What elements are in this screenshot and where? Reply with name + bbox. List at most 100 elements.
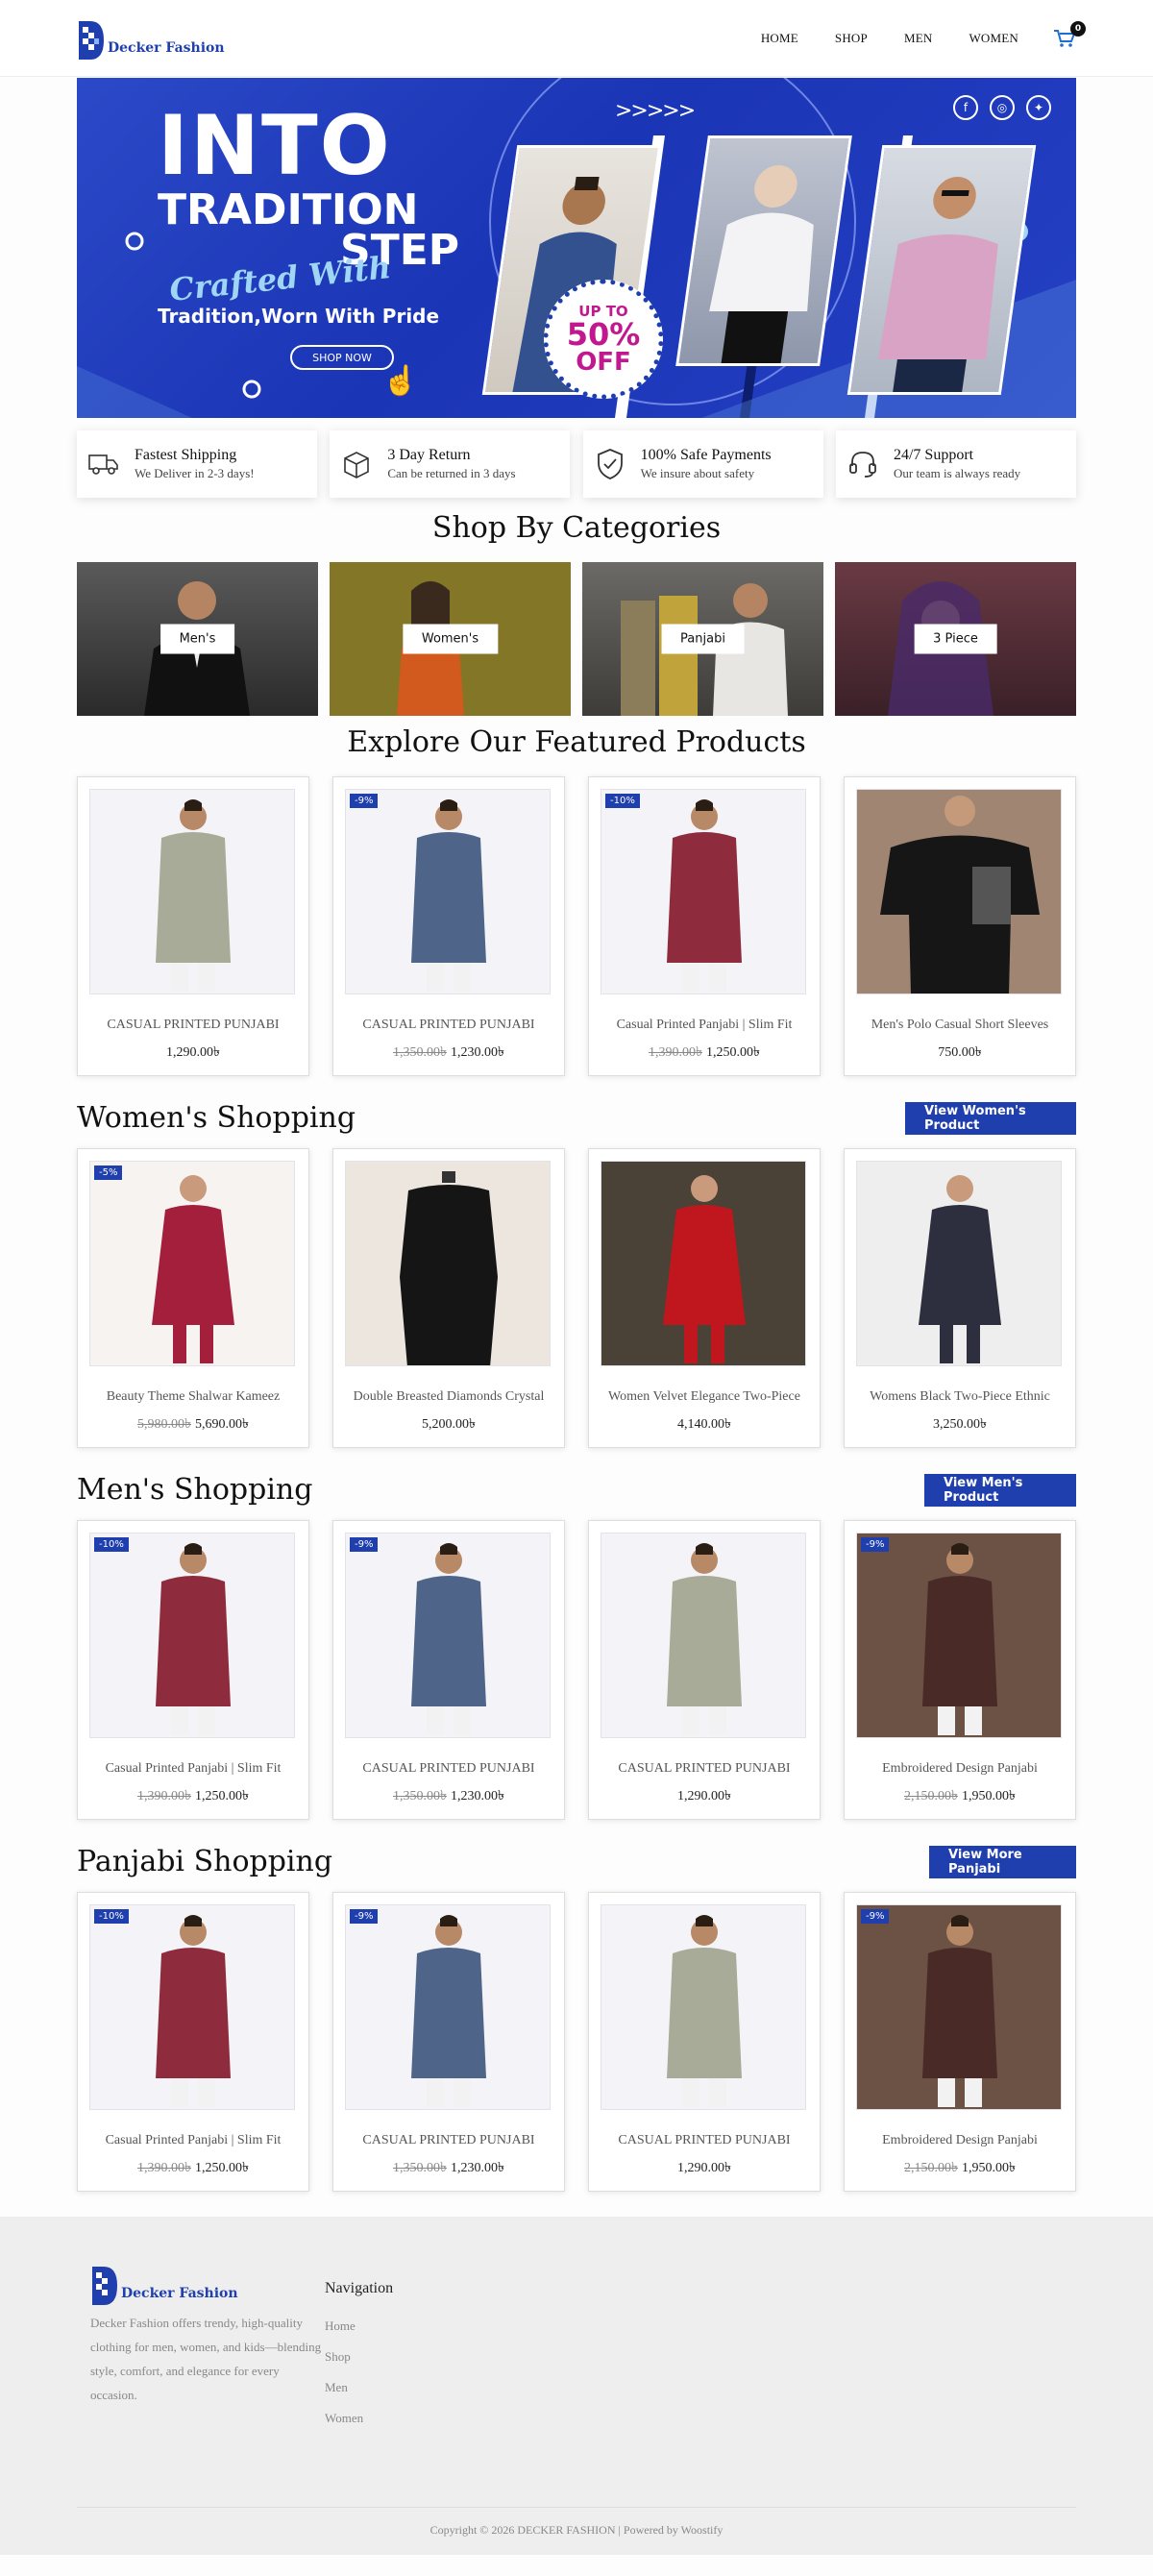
product-image[interactable]	[601, 1904, 806, 2110]
product-card[interactable]: CASUAL PRINTED PUNJABI 1,290.00৳	[588, 1892, 821, 2192]
cart-button[interactable]: 0	[1053, 21, 1086, 48]
product-card[interactable]: Womens Black Two-Piece Ethnic 3,250.00৳	[844, 1148, 1076, 1448]
product-name[interactable]: Casual Printed Panjabi | Slim Fit	[601, 1018, 808, 1033]
hero-banner[interactable]: >>>>> f ◎ ✦ INTO TRADITION STEP Crafted …	[77, 78, 1076, 418]
product-name[interactable]: CASUAL PRINTED PUNJABI	[345, 2133, 552, 2148]
product-price: 1,390.00৳ 1,250.00৳	[89, 2156, 297, 2179]
product-image[interactable]	[856, 1161, 1062, 1366]
discount-badge: -9%	[350, 1909, 379, 1924]
product-name[interactable]: Women Velvet Elegance Two-Piece	[601, 1389, 808, 1405]
product-current-price: 1,230.00৳	[451, 2161, 504, 2175]
product-old-price: 1,350.00৳	[393, 2161, 447, 2175]
product-card[interactable]: -9% CASUAL PRINTED PUNJABI 1,350.00৳ 1,230.…	[332, 776, 565, 1076]
footer-logo[interactable]: Decker Fashion	[90, 2263, 325, 2307]
product-image[interactable]	[89, 789, 295, 994]
product-name[interactable]: Casual Printed Panjabi | Slim Fit	[89, 1761, 297, 1777]
product-current-price: 3,250.00৳	[933, 1417, 987, 1432]
hero-arrows: >>>>>	[615, 99, 696, 123]
product-card[interactable]: -9% CASUAL PRINTED PUNJABI 1,350.00৳ 1,230.…	[332, 1520, 565, 1820]
product-image[interactable]: -5%	[89, 1161, 295, 1366]
product-current-price: 1,290.00৳	[677, 2161, 731, 2175]
nav-women[interactable]: WOMEN	[969, 31, 1018, 46]
nav-home[interactable]: HOME	[761, 31, 798, 46]
product-name[interactable]: Casual Printed Panjabi | Slim Fit	[89, 2133, 297, 2148]
product-name[interactable]: CASUAL PRINTED PUNJABI	[345, 1018, 552, 1033]
product-image[interactable]: -10%	[89, 1904, 295, 2110]
feature-desc: Our team is always ready	[893, 466, 1021, 480]
product-card[interactable]: -10% Casual Printed Panjabi | Slim Fit 1,3…	[588, 776, 821, 1076]
product-name[interactable]: Womens Black Two-Piece Ethnic	[856, 1389, 1064, 1405]
product-image[interactable]: -9%	[345, 789, 551, 994]
category-3-piece[interactable]: 3 Piece	[835, 562, 1076, 716]
product-name[interactable]: Embroidered Design Panjabi	[856, 1761, 1064, 1777]
product-card[interactable]: -10% Casual Printed Panjabi | Slim Fit 1,3…	[77, 1520, 309, 1820]
brand-logo[interactable]: Decker Fashion	[77, 15, 225, 61]
discount-badge: -9%	[861, 1909, 890, 1924]
nav-men[interactable]: MEN	[904, 31, 933, 46]
product-name[interactable]: Beauty Theme Shalwar Kameez	[89, 1389, 297, 1405]
product-name[interactable]: Double Breasted Diamonds Crystal	[345, 1389, 552, 1405]
product-card[interactable]: Men's Polo Casual Short Sleeves 750.00৳	[844, 776, 1076, 1076]
product-price: 1,350.00৳ 1,230.00৳	[345, 1784, 552, 1807]
product-card[interactable]: -9% Embroidered Design Panjabi 2,150.00৳ 1,…	[844, 1520, 1076, 1820]
product-image-figure	[411, 1915, 486, 2107]
product-card[interactable]: -5% Beauty Theme Shalwar Kameez 5,980.00৳ 5…	[77, 1148, 309, 1448]
product-image-figure	[667, 799, 742, 992]
product-name[interactable]: CASUAL PRINTED PUNJABI	[89, 1018, 297, 1033]
product-current-price: 1,250.00৳	[195, 2161, 249, 2175]
product-name[interactable]: CASUAL PRINTED PUNJABI	[601, 1761, 808, 1777]
product-image-figure	[667, 1915, 742, 2107]
footer-nav-home[interactable]: Home	[325, 2318, 393, 2334]
product-image[interactable]: -9%	[856, 1904, 1062, 2110]
product-name[interactable]: CASUAL PRINTED PUNJABI	[345, 1761, 552, 1777]
product-name[interactable]: Embroidered Design Panjabi	[856, 2133, 1064, 2148]
product-image[interactable]	[856, 789, 1062, 994]
product-image[interactable]: -9%	[345, 1533, 551, 1738]
product-card[interactable]: Double Breasted Diamonds Crystal 5,200.00…	[332, 1148, 565, 1448]
product-price: 3,250.00৳	[856, 1412, 1064, 1435]
footer-nav-shop[interactable]: Shop	[325, 2349, 393, 2365]
facebook-icon[interactable]: f	[953, 95, 978, 120]
product-card[interactable]: -9% CASUAL PRINTED PUNJABI 1,350.00৳ 1,230.…	[332, 1892, 565, 2192]
product-image[interactable]: -10%	[601, 789, 806, 994]
feature-return: 3 Day Return Can be returned in 3 days	[330, 430, 571, 498]
product-card[interactable]: CASUAL PRINTED PUNJABI 1,290.00৳	[588, 1520, 821, 1820]
men-shopping-title: Men's Shopping	[77, 1473, 313, 1507]
category-womens[interactable]: Women's	[330, 562, 571, 716]
product-image[interactable]	[345, 1161, 551, 1366]
hero-shop-now-button[interactable]: SHOP NOW	[290, 345, 394, 370]
box-icon	[339, 447, 374, 481]
product-card[interactable]: CASUAL PRINTED PUNJABI 1,290.00৳	[77, 776, 309, 1076]
men-shopping-header: Men's Shopping View Men's Product	[77, 1473, 1076, 1507]
footer-nav-women[interactable]: Women	[325, 2411, 393, 2426]
product-image[interactable]: -10%	[89, 1533, 295, 1738]
product-price: 750.00৳	[856, 1041, 1064, 1064]
twitter-icon[interactable]: ✦	[1026, 95, 1051, 120]
nav-shop[interactable]: SHOP	[835, 31, 868, 46]
product-name[interactable]: CASUAL PRINTED PUNJABI	[601, 2133, 808, 2148]
product-name[interactable]: Men's Polo Casual Short Sleeves	[856, 1018, 1064, 1033]
categories-title: Shop By Categories	[431, 511, 722, 545]
product-image-figure	[411, 799, 486, 992]
women-shopping-title: Women's Shopping	[77, 1101, 356, 1135]
product-card[interactable]: Women Velvet Elegance Two-Piece 4,140.00৳	[588, 1148, 821, 1448]
product-image[interactable]	[601, 1161, 806, 1366]
category-label: Men's	[159, 624, 235, 654]
category-mens[interactable]: Men's	[77, 562, 318, 716]
product-card[interactable]: -9% Embroidered Design Panjabi 2,150.00৳ 1,…	[844, 1892, 1076, 2192]
hero-title-line1: INTO	[158, 98, 392, 194]
product-current-price: 1,290.00৳	[677, 1789, 731, 1803]
product-price: 1,290.00৳	[89, 1041, 297, 1064]
feature-desc: We insure about safety	[640, 466, 755, 480]
view-womens-product-button[interactable]: View Women's Product	[905, 1101, 1076, 1135]
product-image[interactable]	[601, 1533, 806, 1738]
product-card[interactable]: -10% Casual Printed Panjabi | Slim Fit 1,3…	[77, 1892, 309, 2192]
instagram-icon[interactable]: ◎	[990, 95, 1015, 120]
category-panjabi[interactable]: Panjabi	[582, 562, 823, 716]
panjabi-products-grid: -10% Casual Printed Panjabi | Slim Fit 1,3…	[77, 1892, 1076, 2192]
view-more-panjabi-button[interactable]: View More Panjabi	[929, 1845, 1076, 1878]
footer-nav-men[interactable]: Men	[325, 2380, 393, 2395]
view-mens-product-button[interactable]: View Men's Product	[924, 1473, 1076, 1507]
product-image[interactable]: -9%	[345, 1904, 551, 2110]
product-image[interactable]: -9%	[856, 1533, 1062, 1738]
